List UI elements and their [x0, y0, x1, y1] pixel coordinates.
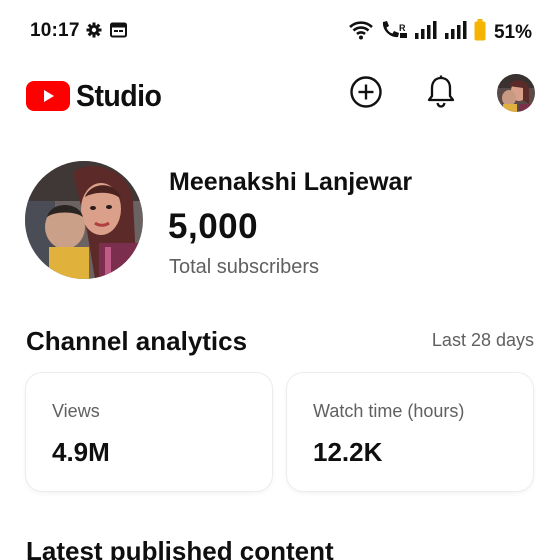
wifi-icon — [348, 20, 374, 45]
status-time: 10:17 — [30, 20, 80, 41]
views-label: Views — [52, 401, 100, 421]
calendar-icon — [110, 22, 127, 43]
studio-logo[interactable]: Studio — [26, 78, 169, 114]
channel-name: Meenakshi Lanjewar — [169, 168, 413, 196]
watch-time-value: 12.2K — [313, 437, 383, 467]
gear-icon — [86, 22, 102, 43]
battery-percent: 51% — [493, 21, 532, 43]
brand-name: Studio — [76, 78, 162, 113]
studio-dashboard: 10:17 R 51% Studio Meenakshi Lanjewar 5,… — [0, 0, 560, 560]
subscriber-label: Total subscribers — [169, 256, 320, 278]
status-bar: 10:17 R 51% — [0, 0, 560, 62]
signal-icon — [414, 20, 438, 45]
channel-avatar[interactable] — [25, 161, 143, 279]
date-range[interactable]: Last 28 days — [432, 330, 534, 351]
status-left-icons — [86, 22, 127, 43]
subscriber-count: 5,000 — [168, 207, 259, 246]
views-card[interactable]: Views 4.9M — [26, 373, 272, 491]
volte-call-icon: R — [380, 20, 408, 45]
battery-icon — [474, 19, 486, 46]
svg-text:R: R — [399, 23, 406, 33]
watch-time-card[interactable]: Watch time (hours) 12.2K — [287, 373, 533, 491]
youtube-play-icon — [26, 81, 70, 111]
app-bar: Studio — [0, 66, 560, 122]
latest-content-title: Latest published content — [26, 536, 334, 560]
notifications-button[interactable] — [421, 74, 461, 114]
signal-icon — [444, 20, 468, 45]
watch-time-label: Watch time (hours) — [313, 401, 465, 421]
create-plus-icon — [349, 75, 383, 114]
analytics-title: Channel analytics — [26, 326, 248, 356]
create-button[interactable] — [346, 74, 386, 114]
status-right-icons: R 51% — [348, 19, 532, 46]
account-avatar[interactable] — [497, 74, 535, 112]
bell-icon — [426, 75, 456, 114]
views-value: 4.9M — [52, 437, 110, 467]
